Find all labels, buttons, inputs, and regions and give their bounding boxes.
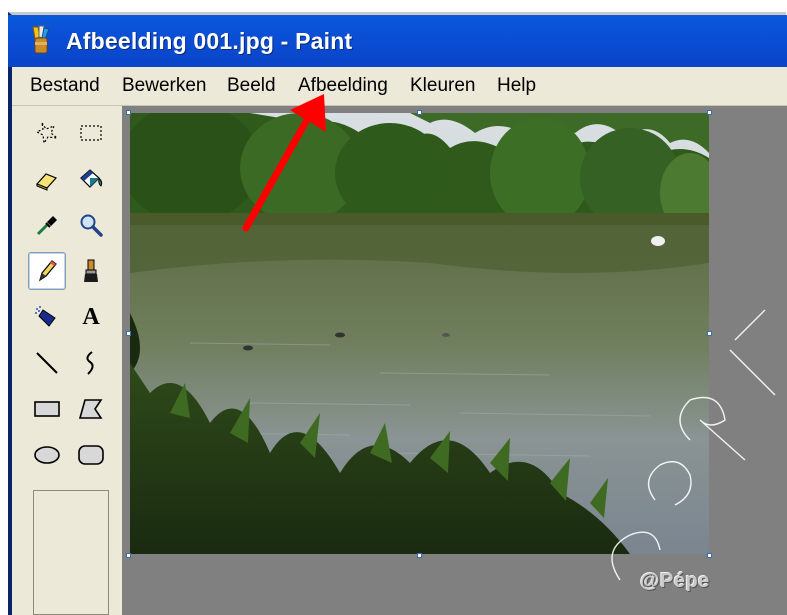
title-bar[interactable]: Afbeelding 001.jpg - Paint <box>8 15 787 67</box>
pick-color-icon <box>36 216 57 236</box>
tool-options-box[interactable] <box>33 490 109 615</box>
airbrush-icon <box>35 306 56 327</box>
rectangle-tool[interactable] <box>28 390 66 428</box>
resize-handle[interactable] <box>126 110 131 115</box>
menu-help[interactable]: Help <box>497 75 536 97</box>
pencil-tool[interactable] <box>28 252 66 290</box>
rounded-rectangle-tool[interactable] <box>72 436 110 474</box>
ellipse-tool[interactable] <box>28 436 66 474</box>
fill-bucket-tool[interactable] <box>72 160 110 198</box>
menu-bewerken[interactable]: Bewerken <box>122 75 207 97</box>
watermark-credit: @Pépe <box>640 570 710 592</box>
toolbox: A <box>12 106 123 615</box>
menu-bestand[interactable]: Bestand <box>30 75 100 97</box>
magnifier-tool[interactable] <box>72 206 110 244</box>
free-form-select-tool[interactable] <box>28 114 66 152</box>
line-tool[interactable] <box>28 344 66 382</box>
free-form-select-icon <box>35 122 59 145</box>
fill-bucket-icon <box>80 169 103 188</box>
eraser-tool[interactable] <box>28 160 66 198</box>
watermark-logo <box>611 309 776 581</box>
ellipse-icon <box>34 446 60 464</box>
menu-bar: Bestand Bewerken Beeld Afbeelding Kleure… <box>12 67 787 106</box>
paint-brush-icon <box>32 25 50 54</box>
curve-icon <box>86 351 94 375</box>
window-title: Afbeelding 001.jpg - Paint <box>66 28 353 54</box>
rectangle-select-icon <box>80 125 102 141</box>
menu-kleuren[interactable]: Kleuren <box>410 75 476 97</box>
text-icon: A <box>82 303 100 330</box>
line-icon <box>36 352 58 374</box>
red-arrow-icon <box>242 94 326 232</box>
curve-tool[interactable] <box>72 344 110 382</box>
resize-handle[interactable] <box>417 553 422 558</box>
polygon-tool[interactable] <box>72 390 110 428</box>
brush-tool[interactable] <box>72 252 110 290</box>
pick-color-tool[interactable] <box>28 206 66 244</box>
resize-handle[interactable] <box>417 110 422 115</box>
rectangle-select-tool[interactable] <box>72 114 110 152</box>
eraser-icon <box>35 173 58 191</box>
polygon-icon <box>78 399 103 419</box>
resize-handle[interactable] <box>126 331 131 336</box>
brush-icon <box>84 259 98 282</box>
resize-handle[interactable] <box>126 553 131 558</box>
pencil-icon <box>38 260 57 282</box>
resize-handle[interactable] <box>707 110 712 115</box>
airbrush-tool[interactable] <box>28 298 66 336</box>
rounded-rectangle-icon <box>78 445 104 465</box>
rectangle-icon <box>34 401 60 417</box>
magnifier-icon <box>80 214 103 237</box>
text-tool[interactable]: A <box>72 298 110 336</box>
